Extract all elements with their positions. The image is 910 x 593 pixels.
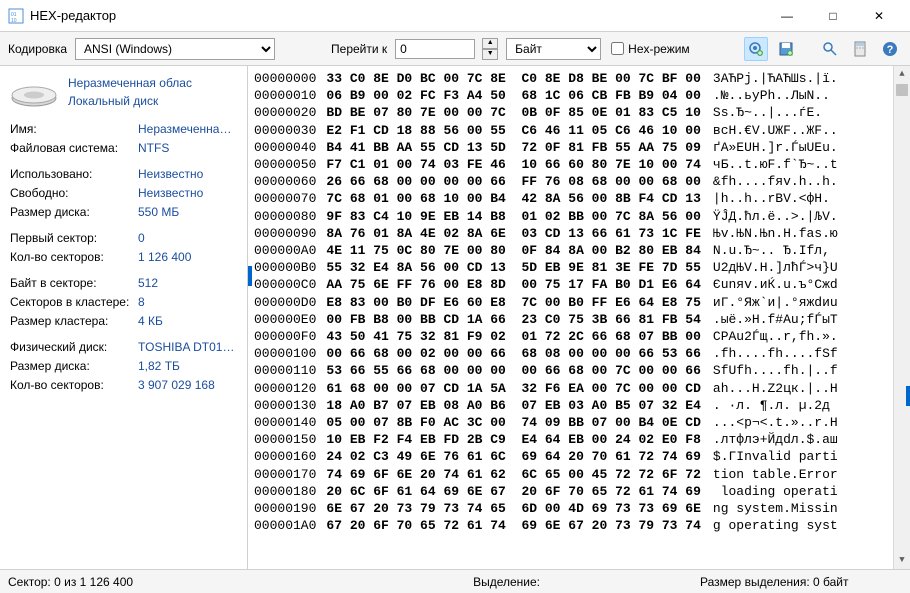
sidebar-group: Имя:Неразмеченная обласФайловая система:… (10, 122, 237, 155)
main-content: Неразмеченная облас Локальный диск Имя:Н… (0, 66, 910, 569)
goto-spinner: ▲ ▼ (482, 38, 498, 60)
sidebar-row: Использовано:Неизвестно (10, 167, 237, 181)
search-icon[interactable] (818, 37, 842, 61)
sidebar-value: Неизвестно (138, 167, 237, 181)
sidebar-subtitle: Локальный диск (68, 94, 192, 108)
sidebar-value: 4 КБ (138, 314, 237, 328)
sidebar-value: 0 (138, 231, 237, 245)
sidebar-row: Размер диска:1,82 ТБ (10, 359, 237, 373)
sidebar-value: 1 126 400 (138, 250, 237, 264)
scroll-down-arrow[interactable]: ▼ (894, 552, 910, 569)
sidebar-value: Неразмеченная облас (138, 122, 237, 136)
encoding-label: Кодировка (8, 42, 67, 56)
window-controls: — □ ✕ (764, 0, 902, 32)
status-selsize: Размер выделения: 0 байт (700, 575, 849, 589)
sidebar-key: Файловая система: (10, 141, 138, 155)
minimize-button[interactable]: — (764, 0, 810, 32)
svg-text:?: ? (887, 44, 894, 56)
sidebar-value: 3 907 029 168 (138, 378, 237, 392)
sidebar-group: Физический диск:TOSHIBA DT01ACA200Размер… (10, 340, 237, 392)
sidebar-row: Файловая система:NTFS (10, 141, 237, 155)
sidebar-key: Кол-во секторов: (10, 378, 138, 392)
sidebar-row: Кол-во секторов:3 907 029 168 (10, 378, 237, 392)
encoding-select[interactable]: ANSI (Windows) (75, 38, 275, 60)
sidebar-group: Использовано:НеизвестноСвободно:Неизвест… (10, 167, 237, 219)
sidebar-row: Размер диска:550 МБ (10, 205, 237, 219)
sidebar-value: NTFS (138, 141, 237, 155)
sidebar-key: Имя: (10, 122, 138, 136)
sidebar-value: 1,82 ТБ (138, 359, 237, 373)
statusbar: Сектор: 0 из 1 126 400 Выделение: Размер… (0, 569, 910, 593)
hex-pane: 00000000 00000010 00000020 00000030 0000… (248, 66, 910, 569)
goto-label: Перейти к (331, 42, 387, 56)
sidebar-header: Неразмеченная облас Локальный диск (10, 72, 237, 108)
maximize-button[interactable]: □ (810, 0, 856, 32)
sidebar-row: Первый сектор:0 (10, 231, 237, 245)
sidebar-value: Неизвестно (138, 186, 237, 200)
hex-mode-input[interactable] (611, 42, 624, 55)
close-button[interactable]: ✕ (856, 0, 902, 32)
sidebar-row: Секторов в кластере:8 (10, 295, 237, 309)
window-title: HEX-редактор (30, 8, 764, 23)
hex-mode-checkbox[interactable]: Hex-режим (611, 42, 690, 56)
save-icon[interactable] (774, 37, 798, 61)
toolbar-icons: ? (744, 37, 902, 61)
sidebar-key: Физический диск: (10, 340, 138, 354)
sidebar-group: Первый сектор:0Кол-во секторов:1 126 400 (10, 231, 237, 264)
sidebar-title: Неразмеченная облас (68, 76, 192, 90)
sidebar-value: 512 (138, 276, 237, 290)
sidebar-key: Размер кластера: (10, 314, 138, 328)
right-marker[interactable] (906, 386, 910, 406)
unit-select[interactable]: Байт (506, 38, 601, 60)
sidebar-row: Имя:Неразмеченная облас (10, 122, 237, 136)
sidebar-row: Физический диск:TOSHIBA DT01ACA200 (10, 340, 237, 354)
titlebar: 0110 HEX-редактор — □ ✕ (0, 0, 910, 32)
offset-column: 00000000 00000010 00000020 00000030 0000… (248, 66, 326, 569)
sidebar-row: Кол-во секторов:1 126 400 (10, 250, 237, 264)
help-icon[interactable]: ? (878, 37, 902, 61)
sidebar-key: Размер диска: (10, 205, 138, 219)
goto-input[interactable] (395, 39, 475, 59)
toolbar: Кодировка ANSI (Windows) Перейти к ▲ ▼ Б… (0, 32, 910, 66)
sidebar-value: 8 (138, 295, 237, 309)
svg-text:10: 10 (11, 18, 17, 24)
app-icon: 0110 (8, 8, 24, 24)
sidebar-row: Свободно:Неизвестно (10, 186, 237, 200)
gear-add-icon[interactable] (744, 37, 768, 61)
sidebar-value: TOSHIBA DT01ACA200 (138, 340, 237, 354)
left-marker[interactable] (248, 266, 252, 286)
sidebar-row: Размер кластера:4 КБ (10, 314, 237, 328)
sidebar-group: Байт в секторе:512Секторов в кластере:8Р… (10, 276, 237, 328)
status-sector: Сектор: 0 из 1 126 400 (8, 575, 133, 589)
sidebar-key: Первый сектор: (10, 231, 138, 245)
sidebar-key: Байт в секторе: (10, 276, 138, 290)
sidebar-key: Секторов в кластере: (10, 295, 138, 309)
sidebar-row: Байт в секторе:512 (10, 276, 237, 290)
sidebar-key: Использовано: (10, 167, 138, 181)
spin-up-button[interactable]: ▲ (482, 38, 498, 49)
spin-down-button[interactable]: ▼ (482, 49, 498, 60)
bytes-column[interactable]: 33 C0 8E D0 BC 00 7C 8E C0 8E D8 BE 00 7… (326, 66, 712, 569)
calculator-icon[interactable] (848, 37, 872, 61)
ascii-column[interactable]: 3АЋРј.|ЋАЋШs.|ї. .№..ьуPh..ЛыN.. Ss.Ђ~..… (713, 66, 844, 569)
hex-mode-label: Hex-режим (628, 42, 690, 56)
status-selection: Выделение: (473, 575, 540, 589)
sidebar-key: Кол-во секторов: (10, 250, 138, 264)
sidebar-key: Свободно: (10, 186, 138, 200)
vertical-scrollbar[interactable]: ▲ ▼ (893, 66, 910, 569)
disk-icon (10, 78, 58, 108)
sidebar: Неразмеченная облас Локальный диск Имя:Н… (0, 66, 248, 569)
sidebar-value: 550 МБ (138, 205, 237, 219)
scroll-thumb[interactable] (896, 84, 908, 96)
scroll-up-arrow[interactable]: ▲ (894, 66, 910, 83)
sidebar-key: Размер диска: (10, 359, 138, 373)
